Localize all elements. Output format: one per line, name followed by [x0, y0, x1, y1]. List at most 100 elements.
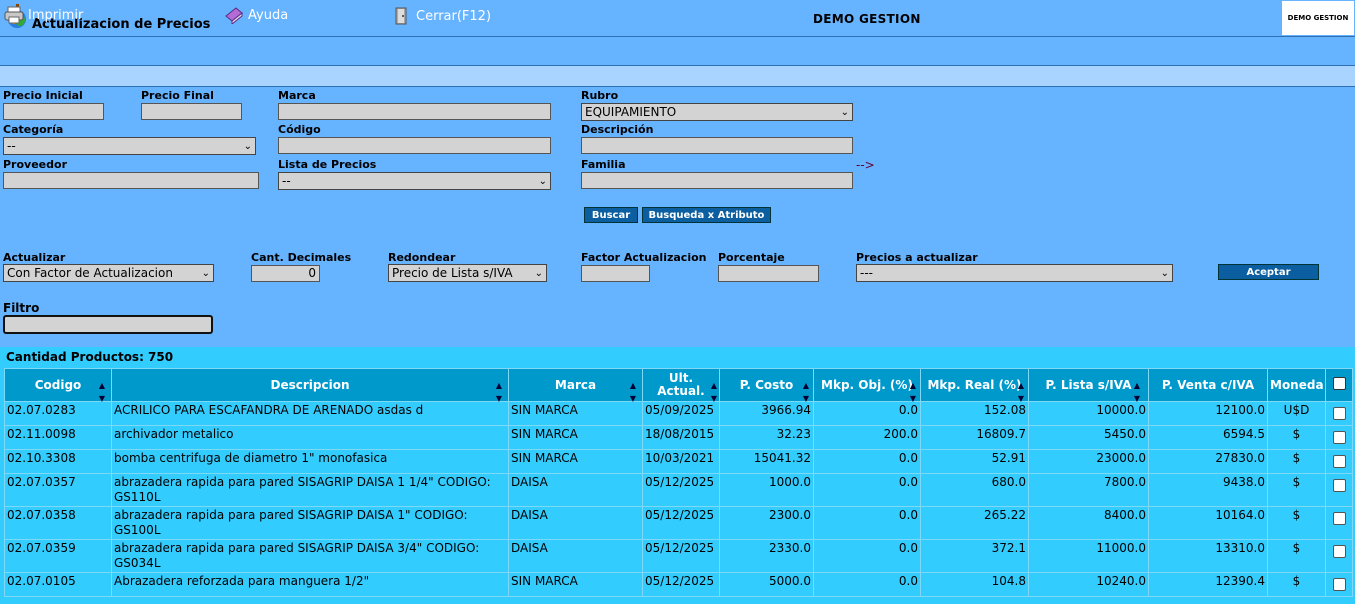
row-checkbox[interactable] — [1332, 545, 1346, 558]
rubro-select[interactable]: EQUIPAMIENTO ⌄ — [581, 103, 853, 121]
col-ult-actual-header[interactable]: Ult. Actual. ▲ ▼ — [642, 368, 720, 403]
precios-actualizar-select[interactable]: --- ⌄ — [856, 264, 1173, 282]
cell-descripcion: abrazadera rapida para pared SISAGRIP DA… — [111, 506, 509, 540]
filtro-input[interactable] — [3, 315, 213, 334]
select-all-checkbox[interactable] — [1332, 377, 1346, 390]
chevron-down-icon: ⌄ — [840, 106, 849, 118]
cell-mkp-obj: 0.0 — [813, 506, 921, 540]
print-label: Imprimir — [28, 7, 84, 23]
sort-icon: ▲ ▼ — [495, 381, 502, 403]
help-book-icon — [225, 7, 243, 24]
cell-ult-actual: 10/03/2021 — [642, 449, 720, 474]
close-button[interactable]: Cerrar(F12) — [392, 6, 491, 26]
cell-p-costo: 1000.0 — [719, 473, 814, 507]
col-codigo-header[interactable]: Codigo ▲ ▼ — [4, 368, 112, 403]
cell-mkp-real: 680.0 — [920, 473, 1029, 507]
chevron-down-icon: ⌄ — [534, 267, 543, 279]
actualizar-select[interactable]: Con Factor de Actualizacion ⌄ — [3, 264, 214, 282]
cell-p-lista: 23000.0 — [1028, 449, 1149, 474]
product-count: Cantidad Productos: 750 — [6, 350, 174, 364]
separator-band — [0, 66, 1355, 87]
cell-ult-actual: 18/08/2015 — [642, 425, 720, 450]
table-row[interactable]: 02.11.0098 archivador metalico SIN MARCA 18… — [4, 425, 1353, 450]
categoria-label: Categoría — [3, 123, 64, 136]
cell-mkp-obj: 0.0 — [813, 401, 921, 426]
cell-p-costo: 3966.94 — [719, 401, 814, 426]
cell-marca: DAISA — [508, 539, 643, 573]
row-checkbox[interactable] — [1332, 512, 1346, 525]
cell-descripcion: Abrazadera reforzada para manguera 1/2" — [111, 572, 509, 597]
help-button[interactable]: Ayuda — [224, 6, 288, 24]
table-row[interactable]: 02.07.0283 ACRILICO PARA ESCAFANDRA DE AR… — [4, 401, 1353, 426]
cell-ult-actual: 05/09/2025 — [642, 401, 720, 426]
col-descripcion-label: Descripcion — [270, 377, 350, 392]
cell-mkp-real: 265.22 — [920, 506, 1029, 540]
descripcion-input[interactable] — [581, 137, 853, 154]
codigo-label: Código — [278, 123, 321, 136]
cell-mkp-obj: 0.0 — [813, 539, 921, 573]
cell-p-costo: 15041.32 — [719, 449, 814, 474]
cell-marca: DAISA — [508, 506, 643, 540]
col-p-venta-label: P. Venta c/IVA — [1161, 377, 1255, 392]
col-descripcion-header[interactable]: Descripcion ▲ ▼ — [111, 368, 509, 403]
col-mkp-obj-label: Mkp. Obj. (%) — [821, 377, 913, 392]
categoria-select[interactable]: -- ⌄ — [3, 137, 256, 155]
row-checkbox[interactable] — [1332, 431, 1346, 444]
buscar-button[interactable]: Buscar — [584, 207, 638, 223]
col-mkp-real-label: Mkp. Real (%) — [927, 377, 1022, 392]
cell-p-venta: 10164.0 — [1148, 506, 1268, 540]
cell-moneda: $ — [1267, 425, 1326, 450]
cell-moneda: $ — [1267, 539, 1326, 573]
col-mkp-obj-header[interactable]: Mkp. Obj. (%) ▲ ▼ — [813, 368, 921, 403]
cell-p-costo: 2300.0 — [719, 506, 814, 540]
cell-select — [1325, 506, 1353, 540]
table-row[interactable]: 02.07.0358 abrazadera rapida para pared S… — [4, 506, 1353, 540]
row-checkbox[interactable] — [1332, 407, 1346, 420]
table-row[interactable]: 02.07.0357 abrazadera rapida para pared S… — [4, 473, 1353, 507]
cell-mkp-real: 152.08 — [920, 401, 1029, 426]
familia-input[interactable] — [581, 172, 853, 189]
row-checkbox[interactable] — [1332, 578, 1346, 591]
sort-icon: ▲ ▼ — [629, 381, 636, 403]
cell-p-costo: 2330.0 — [719, 539, 814, 573]
sort-icon: ▲ ▼ — [1017, 381, 1024, 403]
col-mkp-real-header[interactable]: Mkp. Real (%) ▲ ▼ — [920, 368, 1029, 403]
col-moneda-header[interactable]: Moneda — [1267, 368, 1326, 402]
decimales-input[interactable]: 0 — [251, 265, 320, 282]
cell-moneda: $ — [1267, 572, 1326, 597]
lista-precios-select[interactable]: -- ⌄ — [278, 172, 551, 190]
precio-inicial-input[interactable] — [3, 103, 104, 120]
cell-p-venta: 9438.0 — [1148, 473, 1268, 507]
familia-arrow-link[interactable]: --> — [856, 158, 875, 172]
cell-select — [1325, 401, 1353, 426]
table-row[interactable]: 02.07.0105 Abrazadera reforzada para mang… — [4, 572, 1353, 597]
table-row[interactable]: 02.10.3308 bomba centrifuga de diametro 1… — [4, 449, 1353, 474]
chevron-down-icon: ⌄ — [1160, 267, 1169, 279]
codigo-input[interactable] — [278, 137, 551, 154]
porcentaje-input[interactable] — [718, 265, 819, 282]
col-p-venta-header[interactable]: P. Venta c/IVA — [1148, 368, 1268, 402]
redondear-select[interactable]: Precio de Lista s/IVA ⌄ — [388, 264, 547, 282]
precio-final-input[interactable] — [141, 103, 242, 120]
cell-moneda: $ — [1267, 449, 1326, 474]
cell-p-lista: 7800.0 — [1028, 473, 1149, 507]
aceptar-button[interactable]: Aceptar — [1218, 264, 1319, 280]
row-checkbox[interactable] — [1332, 479, 1346, 492]
rubro-value: EQUIPAMIENTO — [585, 105, 677, 119]
proveedor-input[interactable] — [3, 172, 259, 189]
busqueda-atributo-button[interactable]: Busqueda x Atributo — [642, 207, 771, 223]
cell-moneda: $ — [1267, 473, 1326, 507]
col-p-lista-header[interactable]: P. Lista s/IVA ▲ ▼ — [1028, 368, 1149, 403]
cell-p-venta: 13310.0 — [1148, 539, 1268, 573]
table-row[interactable]: 02.07.0359 abrazadera rapida para pared S… — [4, 539, 1353, 573]
cell-select — [1325, 539, 1353, 573]
marca-input[interactable] — [278, 103, 551, 120]
filtro-label: Filtro — [3, 301, 40, 315]
cell-mkp-obj: 200.0 — [813, 425, 921, 450]
cell-p-lista: 11000.0 — [1028, 539, 1149, 573]
row-checkbox[interactable] — [1332, 455, 1346, 468]
factor-input[interactable] — [581, 265, 650, 282]
print-button[interactable]: Imprimir — [4, 6, 83, 24]
col-marca-header[interactable]: Marca ▲ ▼ — [508, 368, 643, 403]
col-p-costo-header[interactable]: P. Costo ▲ ▼ — [719, 368, 814, 403]
